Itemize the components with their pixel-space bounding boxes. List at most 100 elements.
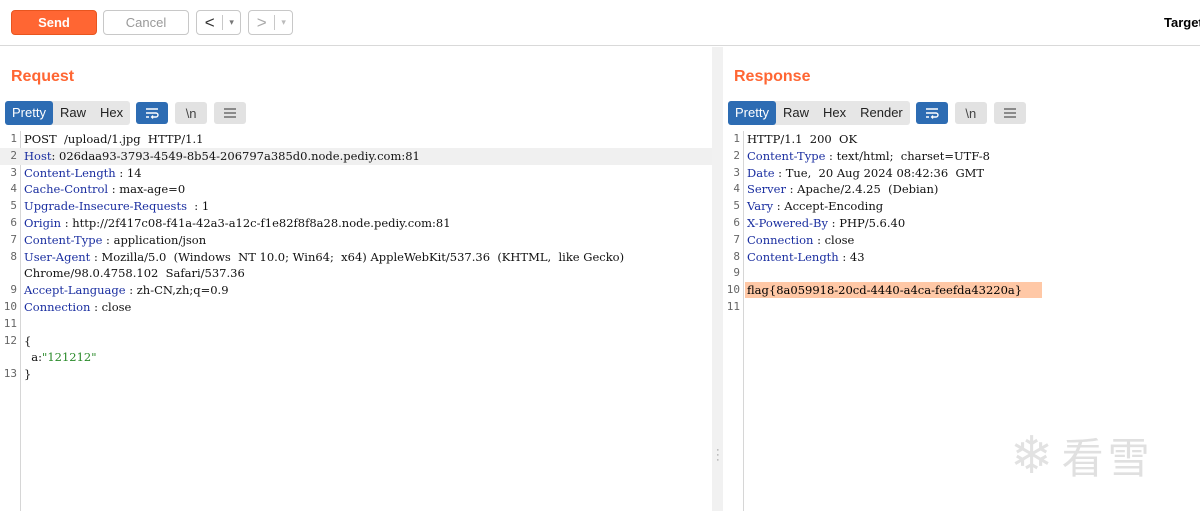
code-line[interactable]: 12 {: [0, 333, 712, 350]
tab-raw[interactable]: Raw: [53, 101, 93, 125]
line-number: 11: [726, 299, 740, 313]
code-line[interactable]: a:"121212": [0, 349, 712, 366]
line-content: Date : Tue, 20 Aug 2024 08:42:36 GMT: [747, 165, 984, 182]
code-line[interactable]: 7 Content-Type : application/json: [0, 232, 712, 249]
code-line[interactable]: 1 POST /upload/1.jpg HTTP/1.1: [0, 131, 712, 148]
response-code: 1 HTTP/1.1 200 OK 2 Content-Type : text/htm…: [723, 131, 1200, 316]
line-number: 9: [10, 283, 17, 297]
code-text: : 14: [115, 165, 142, 180]
code-text: : http://2f417c08-f41a-42a3-a12c-f1e82f8…: [61, 215, 451, 230]
code-line[interactable]: 9: [723, 265, 1200, 282]
menu-icon[interactable]: [214, 102, 247, 124]
header-name: Origin: [24, 215, 62, 230]
code-line[interactable]: 3 Content-Length : 14: [0, 165, 712, 182]
tab-pretty[interactable]: Pretty: [5, 101, 53, 125]
line-content: }: [24, 366, 31, 383]
code-line[interactable]: 8 Content-Length : 43: [723, 249, 1200, 266]
request-title: Request: [11, 68, 75, 85]
line-content: Origin : http://2f417c08-f41a-42a3-a12c-…: [24, 215, 451, 232]
header-name: Host: [24, 148, 52, 163]
tab-pretty[interactable]: Pretty: [728, 101, 776, 125]
forward-arrow-icon[interactable]: >: [249, 11, 274, 34]
code-line[interactable]: 11: [0, 316, 712, 333]
cancel-button[interactable]: Cancel: [103, 10, 189, 35]
code-line[interactable]: 6 Origin : http://2f417c08-f41a-42a3-a12c…: [0, 215, 712, 232]
line-number: 3: [10, 165, 17, 179]
line-content: Content-Type : text/html; charset=UTF-8: [747, 148, 990, 165]
code-text: Chrome/98.0.4758.102 Safari/537.36: [24, 266, 245, 281]
panel-splitter[interactable]: [712, 47, 723, 511]
request-code: 1 POST /upload/1.jpg HTTP/1.1 2 Host: 026da…: [0, 131, 712, 383]
tab-hex[interactable]: Hex: [816, 101, 853, 125]
line-number: 2: [10, 148, 17, 162]
response-view-tabbar: Pretty Raw Hex Render \n: [728, 101, 1026, 125]
word-wrap-icon[interactable]: [136, 102, 169, 124]
line-content: Connection : close: [747, 232, 854, 249]
line-number: 5: [10, 199, 17, 213]
line-content: Content-Length : 43: [747, 249, 865, 266]
line-content: Upgrade-Insecure-Requests : 1: [24, 198, 209, 215]
target-label[interactable]: Target: [1164, 15, 1200, 30]
newline-icon[interactable]: \n: [175, 102, 208, 124]
code-line[interactable]: 7 Connection : close: [723, 232, 1200, 249]
code-line[interactable]: 6 X-Powered-By : PHP/5.6.40: [723, 215, 1200, 232]
word-wrap-icon[interactable]: [915, 102, 948, 124]
menu-icon[interactable]: [993, 102, 1026, 124]
line-content: Vary : Accept-Encoding: [747, 198, 883, 215]
line-number: 7: [733, 232, 740, 246]
code-text: : 43: [838, 249, 865, 264]
toolbar: Send Cancel < ▾ > ▾ Target: [0, 0, 1200, 46]
code-line[interactable]: 8 User-Agent : Mozilla/5.0 (Windows NT 10…: [0, 249, 712, 266]
tab-render[interactable]: Render: [853, 101, 910, 125]
send-button[interactable]: Send: [11, 10, 97, 35]
code-line[interactable]: 2 Host: 026daa93-3793-4549-8b54-206797a38…: [0, 147, 712, 165]
line-number: 10: [3, 299, 17, 313]
line-number: 5: [733, 199, 740, 213]
request-editor[interactable]: 1 POST /upload/1.jpg HTTP/1.1 2 Host: 026da…: [0, 131, 712, 511]
response-tabs: Pretty Raw Hex Render: [728, 101, 910, 125]
code-line[interactable]: 4 Cache-Control : max-age=0: [0, 181, 712, 198]
line-content: a:"121212": [24, 349, 96, 366]
code-text: : text/html; charset=UTF-8: [825, 148, 990, 163]
back-history-dropdown-icon[interactable]: ▾: [223, 11, 240, 34]
code-text: : 026daa93-3793-4549-8b54-206797a385d0.n…: [51, 148, 420, 163]
code-line[interactable]: 10 flag{8a059918-20cd-4440-a4ca-feefda432…: [723, 282, 1200, 299]
line-content: flag{8a059918-20cd-4440-a4ca-feefda43220…: [745, 282, 1043, 299]
code-text: {: [24, 333, 32, 348]
line-content: {: [24, 333, 31, 350]
tab-hex[interactable]: Hex: [93, 101, 130, 125]
code-line[interactable]: 1 HTTP/1.1 200 OK: [723, 131, 1200, 148]
code-line[interactable]: 13}: [0, 366, 712, 383]
header-name: User-Agent: [24, 249, 91, 264]
code-text: : PHP/5.6.40: [828, 215, 906, 230]
code-line[interactable]: 3 Date : Tue, 20 Aug 2024 08:42:36 GMT: [723, 165, 1200, 182]
header-name: Cache-Control: [24, 182, 109, 197]
line-number: 2: [733, 148, 740, 162]
code-line[interactable]: 5 Vary : Accept-Encoding: [723, 198, 1200, 215]
forward-history-dropdown-icon[interactable]: ▾: [275, 11, 292, 34]
code-text: : zh-CN,zh;q=0.9: [125, 283, 229, 298]
newline-icon[interactable]: \n: [954, 102, 987, 124]
code-line[interactable]: Chrome/98.0.4758.102 Safari/537.36: [0, 265, 712, 282]
code-text: a:: [24, 350, 43, 365]
splitter-handle-icon[interactable]: · · ·: [716, 445, 720, 466]
code-line[interactable]: 9 Accept-Language : zh-CN,zh;q=0.9: [0, 282, 712, 299]
header-name: Date: [747, 165, 775, 180]
line-content: HTTP/1.1 200 OK: [747, 131, 857, 148]
line-content: POST /upload/1.jpg HTTP/1.1: [24, 131, 203, 148]
code-line[interactable]: 11: [723, 299, 1200, 316]
code-line[interactable]: 2 Content-Type : text/html; charset=UTF-8: [723, 148, 1200, 165]
line-number: 9: [733, 266, 740, 280]
line-content: X-Powered-By : PHP/5.6.40: [747, 215, 905, 232]
code-line[interactable]: 10 Connection : close: [0, 299, 712, 316]
tab-raw[interactable]: Raw: [776, 101, 816, 125]
header-name: Content-Length: [747, 249, 839, 264]
line-number: 4: [10, 182, 17, 196]
code-line[interactable]: 4 Server : Apache/2.4.25 (Debian): [723, 181, 1200, 198]
line-number: 1: [10, 132, 17, 145]
history-forward-control: > ▾: [248, 10, 293, 35]
request-tabs: Pretty Raw Hex: [5, 101, 131, 125]
back-arrow-icon[interactable]: <: [197, 11, 222, 34]
code-line[interactable]: 5 Upgrade-Insecure-Requests : 1: [0, 198, 712, 215]
code-text: }: [24, 367, 32, 382]
